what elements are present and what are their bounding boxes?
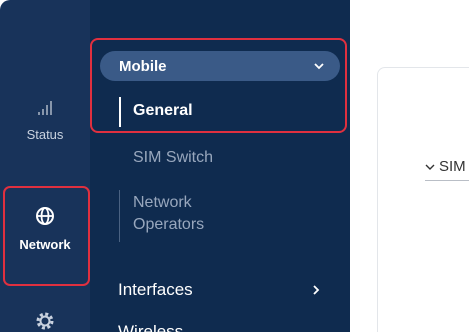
chevron-right-icon xyxy=(311,283,321,301)
submenu-divider xyxy=(119,190,120,242)
network-highlight xyxy=(3,186,90,286)
main-content: SIM xyxy=(350,0,469,332)
sim-section-label: SIM xyxy=(439,158,466,175)
nav-status-label: Status xyxy=(26,127,64,142)
submenu-network-operators[interactable]: Network Operators xyxy=(133,193,204,234)
menu-highlight xyxy=(90,38,347,133)
sim-section-toggle[interactable]: SIM xyxy=(425,158,466,175)
submenu-network-operators-line2: Operators xyxy=(133,216,205,233)
menu-interfaces[interactable]: Interfaces xyxy=(118,280,193,300)
nav-system[interactable] xyxy=(0,310,90,332)
submenu-sim-switch[interactable]: SIM Switch xyxy=(133,148,213,167)
content-card xyxy=(377,67,469,332)
menu-wireless[interactable]: Wireless xyxy=(118,322,183,332)
gear-icon xyxy=(34,310,56,332)
section-underline xyxy=(425,180,469,181)
chevron-down-icon xyxy=(425,158,435,175)
signal-icon xyxy=(35,100,55,121)
submenu-network-operators-line1: Network xyxy=(133,194,192,211)
nav-status[interactable]: Status xyxy=(0,100,90,142)
